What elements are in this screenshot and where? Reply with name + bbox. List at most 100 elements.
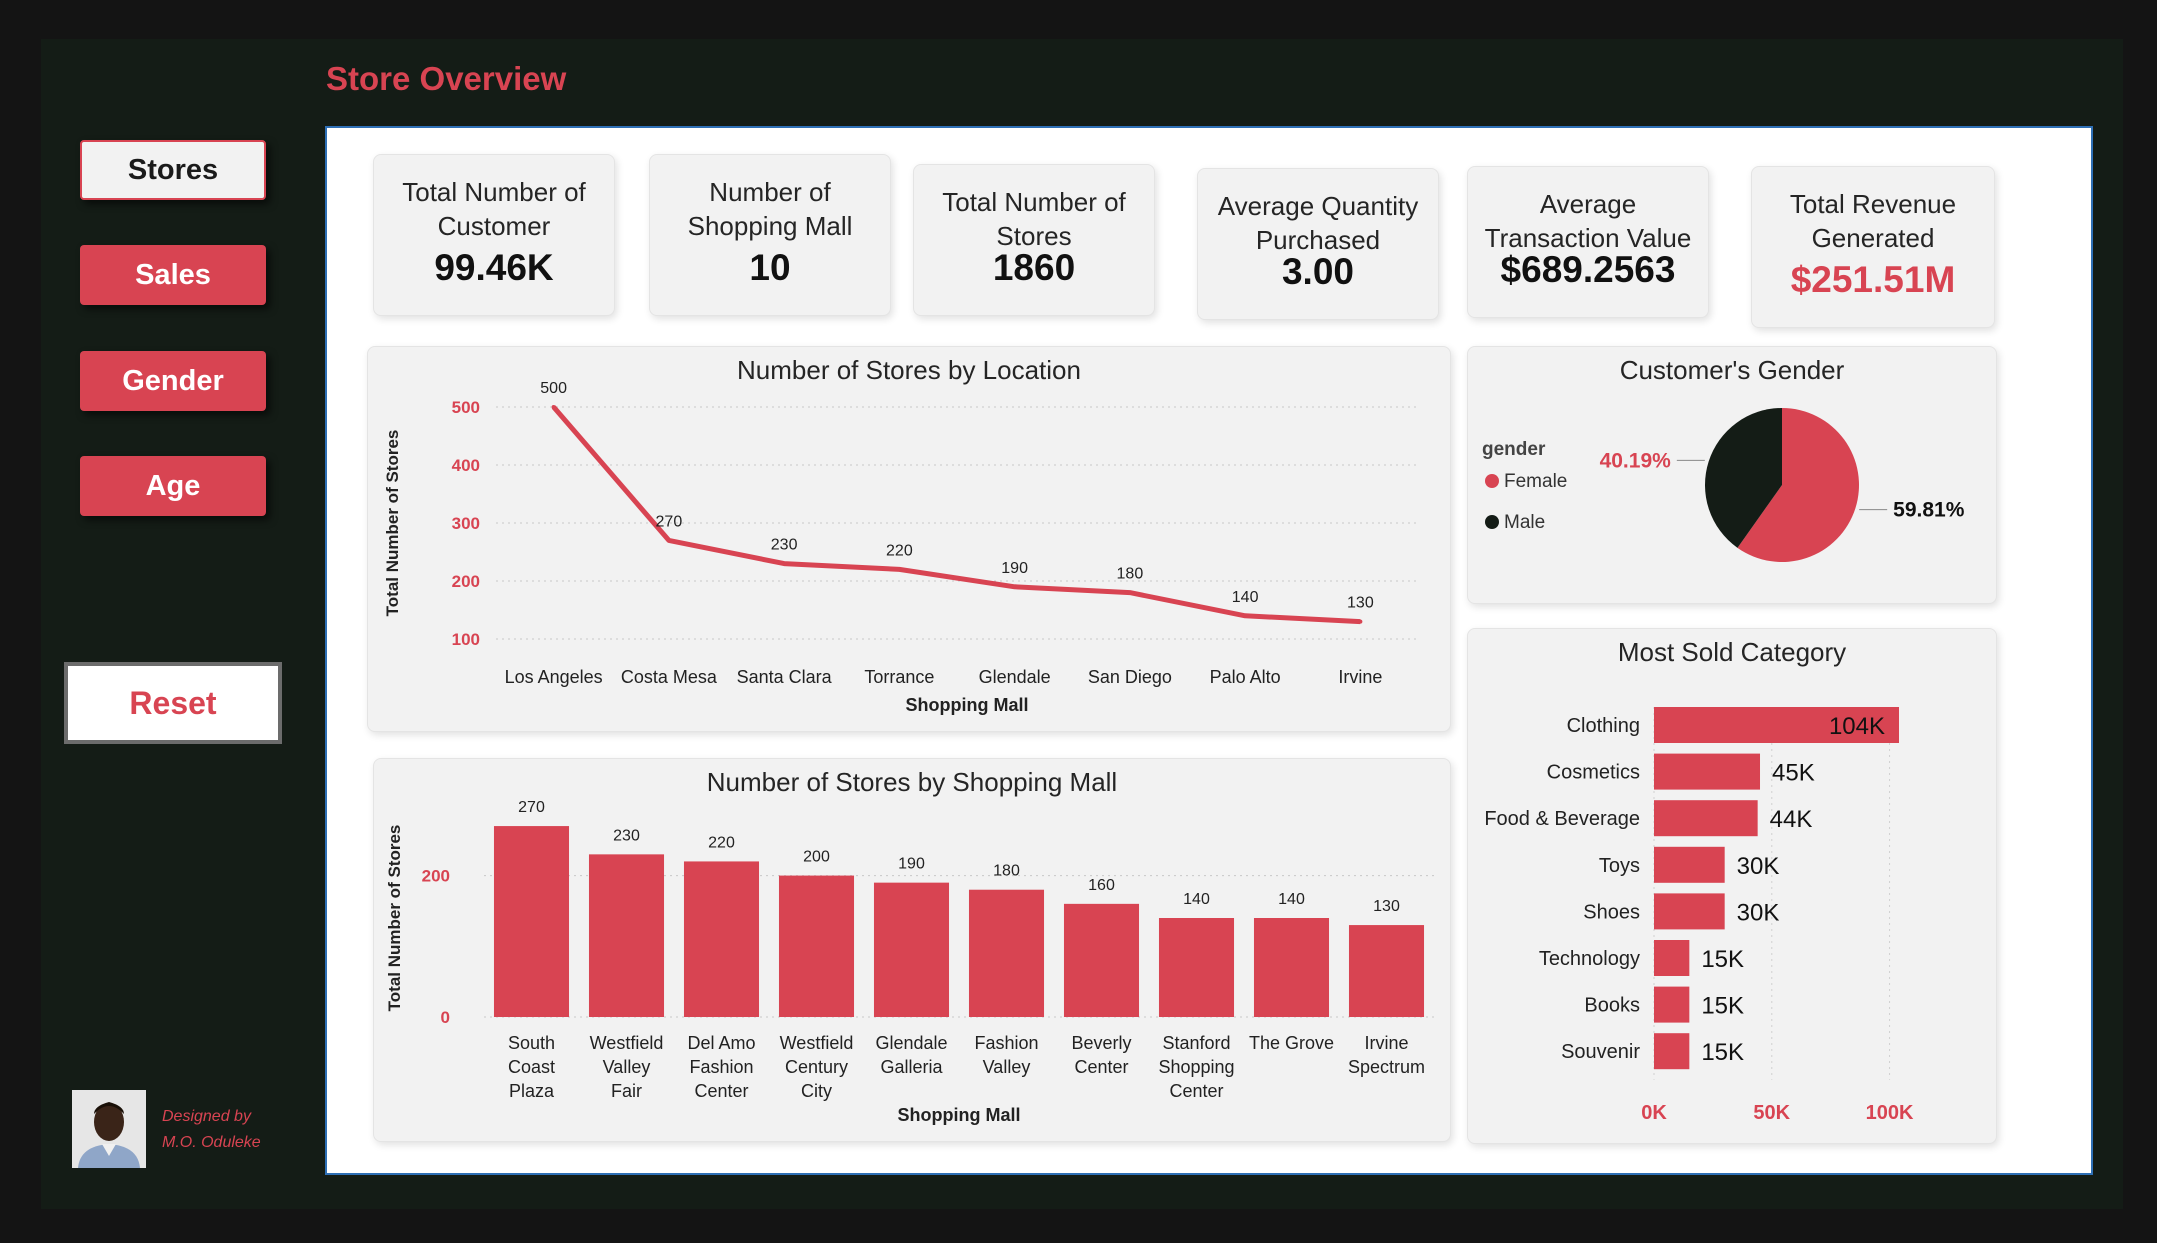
line-x-axis-label: Shopping Mall bbox=[906, 695, 1029, 715]
hbar-data-label: 45K bbox=[1772, 760, 1815, 787]
bar-data-label: 200 bbox=[803, 849, 830, 866]
line-data-label: 230 bbox=[771, 537, 798, 554]
bar-x-tick: Coast bbox=[508, 1057, 555, 1077]
hbar-y-tick: Toys bbox=[1599, 855, 1640, 877]
bar-x-tick: Center bbox=[1074, 1057, 1128, 1077]
hbar-x-tick: 100K bbox=[1866, 1102, 1914, 1124]
bar bbox=[493, 826, 570, 1017]
bar-data-label: 140 bbox=[1278, 891, 1305, 908]
kpi-label: Total Revenue Generated bbox=[1789, 189, 1957, 253]
hbar-bar bbox=[1654, 846, 1725, 883]
kpi-label: Average Quantity Purchased bbox=[1217, 191, 1419, 255]
bar-x-tick: Westfield bbox=[590, 1033, 664, 1053]
age-button[interactable]: Age bbox=[80, 456, 266, 516]
bar-x-tick: Spectrum bbox=[1348, 1057, 1425, 1077]
hbar-y-tick: Food & Beverage bbox=[1484, 808, 1640, 830]
line-y-tick: 300 bbox=[452, 514, 480, 533]
line-data-label: 140 bbox=[1232, 589, 1259, 606]
bar-data-label: 190 bbox=[898, 856, 925, 873]
hbar-data-label: 15K bbox=[1701, 993, 1744, 1020]
line-x-tick: Glendale bbox=[979, 667, 1051, 687]
kpi-label: Average Transaction Value bbox=[1484, 189, 1692, 253]
bar-x-tick: Plaza bbox=[509, 1081, 555, 1101]
line-chart-card: Number of Stores by Location 100 200 300 40… bbox=[367, 346, 1451, 732]
bar-x-tick: City bbox=[801, 1081, 832, 1101]
kpi-value: $689.2563 bbox=[1500, 249, 1676, 290]
line-data-label: 500 bbox=[540, 380, 567, 397]
kpi-label: Number of Shopping Mall bbox=[687, 177, 853, 241]
hbar-x-tick: 50K bbox=[1753, 1102, 1790, 1124]
line-point bbox=[897, 567, 902, 572]
hbar-y-tick: Clothing bbox=[1567, 715, 1640, 737]
hbar-bar bbox=[1654, 893, 1725, 930]
hbar-x-tick: 0K bbox=[1641, 1102, 1667, 1124]
hbar-data-label: 30K bbox=[1737, 899, 1780, 926]
bar bbox=[778, 875, 855, 1017]
hbar-y-tick: Cosmetics bbox=[1547, 762, 1640, 784]
bar-data-label: 230 bbox=[613, 827, 640, 844]
line-data-label: 180 bbox=[1117, 566, 1144, 583]
pie-legend-item: Female bbox=[1504, 471, 1567, 492]
gender-button[interactable]: Gender bbox=[80, 351, 266, 411]
bar-data-label: 160 bbox=[1088, 877, 1115, 894]
line-x-tick: Santa Clara bbox=[737, 667, 833, 687]
bar-x-tick: Fashion bbox=[974, 1033, 1038, 1053]
line-y-tick: 400 bbox=[452, 456, 480, 475]
bar bbox=[968, 889, 1045, 1017]
bar-x-tick: Beverly bbox=[1071, 1033, 1131, 1053]
bar-x-tick: Shopping bbox=[1158, 1057, 1234, 1077]
kpi-label: Total Number of Customer bbox=[402, 177, 586, 241]
bar-x-axis-label: Shopping Mall bbox=[898, 1105, 1021, 1125]
bar-y-tick: 200 bbox=[422, 867, 450, 886]
kpi-shopping-malls: Number of Shopping Mall 10 bbox=[649, 154, 891, 316]
reset-button[interactable]: Reset bbox=[64, 662, 282, 744]
pie-legend-title: gender bbox=[1482, 439, 1546, 460]
category-chart-card: Most Sold Category 0K 50K 100K Clothing 104K… bbox=[1467, 628, 1997, 1144]
kpi-value: $251.51M bbox=[1790, 259, 1956, 300]
bar-x-tick: Stanford bbox=[1162, 1033, 1230, 1053]
pie-chart: 59.81% 40.19% gender Female Male bbox=[1482, 408, 1965, 562]
line-data-label: 190 bbox=[1001, 560, 1028, 577]
line-point bbox=[1243, 613, 1248, 618]
kpi-total-stores: Total Number of Stores 1860 bbox=[913, 164, 1155, 316]
bar-y-axis-label: Total Number of Stores bbox=[385, 825, 404, 1012]
line-data-label: 270 bbox=[656, 513, 683, 530]
bar-data-label: 220 bbox=[708, 834, 735, 851]
pie-legend-item: Male bbox=[1504, 512, 1545, 533]
bar bbox=[1253, 918, 1330, 1017]
line-y-tick: 200 bbox=[452, 572, 480, 591]
line-x-tick: Los Angeles bbox=[505, 667, 603, 687]
line-x-tick: Irvine bbox=[1338, 667, 1382, 687]
report-canvas: Total Number of Customer 99.46K Number o… bbox=[325, 126, 2093, 1175]
hbar-bar bbox=[1654, 800, 1758, 837]
hbar-bar bbox=[1654, 1033, 1690, 1070]
stores-button[interactable]: Stores bbox=[80, 140, 266, 200]
hbar-data-label: 15K bbox=[1701, 946, 1744, 973]
gender-chart-card: Customer's Gender 59.81% 40.19% gender Fema… bbox=[1467, 346, 1997, 604]
kpi-value: 10 bbox=[749, 247, 791, 288]
bar-data-label: 140 bbox=[1183, 891, 1210, 908]
hbar-y-tick: Books bbox=[1584, 995, 1640, 1017]
line-y-tick: 100 bbox=[452, 630, 480, 649]
line-y-tick: 500 bbox=[452, 398, 480, 417]
bar-x-tick: Valley bbox=[603, 1057, 651, 1077]
sales-button[interactable]: Sales bbox=[80, 245, 266, 305]
bar-x-tick: Century bbox=[785, 1057, 848, 1077]
line-point bbox=[782, 561, 787, 566]
hbar-data-label: 104K bbox=[1829, 713, 1885, 740]
pie-data-label: 59.81% bbox=[1893, 499, 1965, 522]
pie-data-label: 40.19% bbox=[1600, 449, 1672, 472]
bar-x-tick: Fashion bbox=[689, 1057, 753, 1077]
bar-x-tick: Glendale bbox=[875, 1033, 947, 1053]
line-x-tick: Palo Alto bbox=[1210, 667, 1281, 687]
pie-legend-marker bbox=[1485, 515, 1499, 529]
bar-x-tick: Fair bbox=[611, 1081, 642, 1101]
bar-data-label: 270 bbox=[518, 799, 545, 816]
line-point bbox=[1358, 619, 1363, 624]
bar-x-tick: South bbox=[508, 1033, 555, 1053]
line-point bbox=[1127, 590, 1132, 595]
kpi-average-transaction: Average Transaction Value $689.2563 bbox=[1467, 166, 1709, 318]
category-bar-chart: 0K 50K 100K Clothing 104K Cosmetics 45K Food & … bbox=[1484, 707, 1914, 1124]
line-point bbox=[1012, 584, 1017, 589]
designer-credit: Designed by M.O. Oduleke bbox=[162, 1104, 261, 1156]
